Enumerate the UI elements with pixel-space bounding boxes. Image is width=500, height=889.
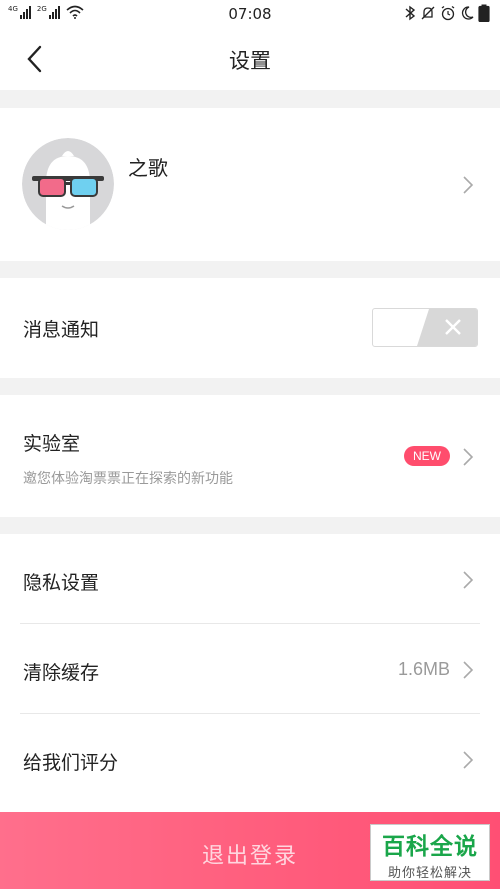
- watermark-subtitle: 助你轻松解决: [387, 866, 472, 881]
- list-item-label: 隐私设置: [23, 572, 100, 594]
- new-badge: NEW: [404, 446, 450, 466]
- bluetooth-icon: [405, 5, 416, 21]
- watermark-logo: 百科全说 助你轻松解决: [370, 824, 490, 881]
- moon-icon: [461, 6, 474, 20]
- profile-name: 之歌: [128, 156, 168, 180]
- status-icons: [404, 4, 490, 22]
- avatar[interactable]: [22, 138, 114, 230]
- watermark-title: 百科全说: [382, 834, 478, 860]
- cache-size-value: 1.6MB: [397, 659, 450, 679]
- lab-label: 实验室: [23, 433, 81, 455]
- chevron-right-icon: [463, 751, 474, 769]
- chevron-right-icon: [463, 448, 474, 466]
- ghost-avatar-icon: [22, 138, 114, 230]
- list-item-label: 给我们评分: [23, 752, 119, 774]
- lab-subtitle: 邀您体验淘票票正在探索的新功能: [23, 471, 233, 487]
- notifications-row: 消息通知: [0, 278, 500, 378]
- nav-bar: 设置: [0, 28, 500, 90]
- notifications-label: 消息通知: [23, 319, 100, 341]
- alarm-icon: [441, 5, 455, 21]
- notifications-toggle[interactable]: [372, 308, 478, 347]
- battery-icon: [478, 4, 490, 22]
- chevron-right-icon: [463, 571, 474, 589]
- list-item-privacy[interactable]: 隐私设置: [0, 534, 500, 624]
- list-item-rate-us[interactable]: 给我们评分: [0, 714, 500, 804]
- settings-list: 隐私设置 清除缓存 1.6MB 给我们评分: [0, 534, 500, 812]
- page-title: 设置: [229, 49, 271, 73]
- list-item-clear-cache[interactable]: 清除缓存 1.6MB: [0, 624, 500, 714]
- close-icon: [445, 319, 461, 335]
- list-item-label: 清除缓存: [23, 662, 100, 684]
- status-bar: 4G 2G 07:08: [0, 0, 500, 28]
- profile-card[interactable]: 之歌: [0, 108, 500, 261]
- chevron-right-icon: [463, 661, 474, 679]
- mute-icon: [421, 6, 435, 20]
- chevron-right-icon: [463, 176, 474, 194]
